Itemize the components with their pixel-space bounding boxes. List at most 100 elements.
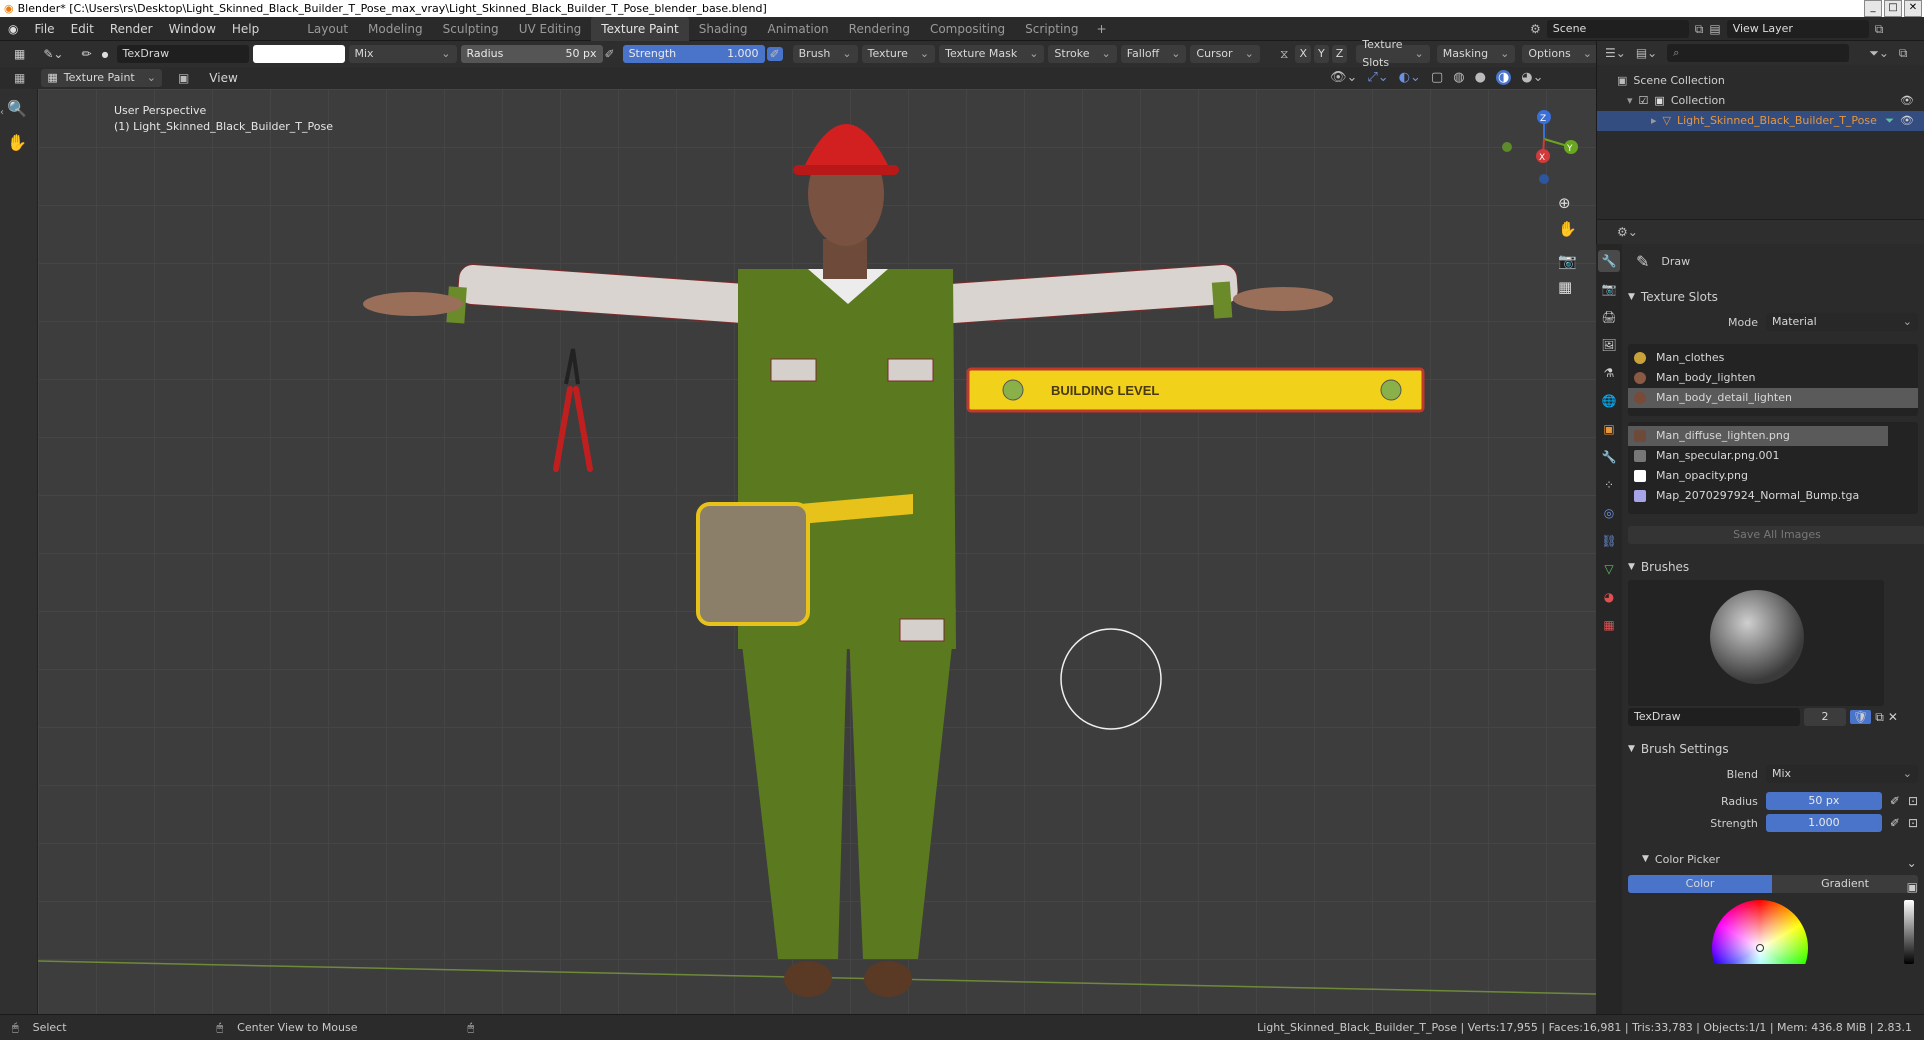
navigation-gizmo[interactable]: Z Y X	[1502, 110, 1578, 184]
menu-window[interactable]: Window	[161, 17, 224, 41]
physics-tab-icon[interactable]: ◎	[1598, 502, 1620, 524]
brush-users-count[interactable]: 2	[1804, 708, 1846, 726]
axis-z-toggle[interactable]: Z	[1331, 45, 1348, 63]
collapse-handle[interactable]: ‹	[0, 107, 8, 167]
scene-tab-icon[interactable]: ⚗	[1598, 362, 1620, 384]
value-slider[interactable]	[1904, 900, 1914, 964]
tab-compositing[interactable]: Compositing	[920, 17, 1015, 41]
texture-tab-icon[interactable]: ▦	[1598, 614, 1620, 636]
fake-user-icon[interactable]: 🛡	[1850, 710, 1872, 724]
brush-name-field[interactable]: TexDraw	[116, 45, 249, 63]
add-workspace-icon[interactable]: +	[1089, 22, 1115, 36]
outliner-editor-icon[interactable]: ☰⌄	[1605, 46, 1626, 60]
masking-menu[interactable]: Masking	[1436, 45, 1516, 63]
output-tab-icon[interactable]: 🖨	[1598, 306, 1620, 328]
outliner-object-row[interactable]: ▸ ▽ Light_Skinned_Black_Builder_T_Pose ⏷…	[1597, 111, 1924, 131]
tab-rendering[interactable]: Rendering	[839, 17, 920, 41]
gradient-tab[interactable]: Gradient	[1772, 875, 1918, 893]
outliner-collection[interactable]: ▾ ☑ ▣ Collection 👁	[1617, 91, 1924, 111]
color-wheel[interactable]	[1712, 900, 1808, 964]
texture-menu[interactable]: Texture	[861, 45, 936, 63]
stroke-menu[interactable]: Stroke	[1048, 45, 1117, 63]
axis-x-toggle[interactable]: X	[1295, 45, 1311, 63]
image-item[interactable]: Man_opacity.png	[1628, 466, 1918, 486]
editor-type-icon[interactable]: ▦	[14, 47, 25, 61]
save-all-images-button[interactable]: Save All Images	[1628, 526, 1924, 544]
brush-list-expand-icon[interactable]: ⌄	[1907, 856, 1918, 870]
color-tab[interactable]: Color	[1628, 875, 1773, 893]
tab-sculpting[interactable]: Sculpting	[433, 17, 509, 41]
brush-icon[interactable]: ✏	[81, 47, 91, 61]
object-tab-icon[interactable]: ▣	[1598, 418, 1620, 440]
render-tab-icon[interactable]: 📷	[1598, 278, 1620, 300]
image-item[interactable]: Man_diffuse_lighten.png	[1628, 426, 1888, 446]
expand-icon[interactable]: ▸	[1651, 111, 1657, 131]
new-view-layer-icon[interactable]: ⧉	[1875, 22, 1884, 37]
brush-menu[interactable]: Brush	[792, 45, 858, 63]
outliner-scene-collection[interactable]: ▣ Scene Collection	[1617, 71, 1924, 91]
properties-editor-icon[interactable]: ⚙⌄	[1617, 225, 1638, 239]
builder-figure[interactable]	[363, 124, 1333, 997]
view-layer-field[interactable]: View Layer	[1726, 20, 1869, 38]
overlay-toggle-icon[interactable]: ◐⌄	[1399, 70, 1421, 85]
options-menu[interactable]: Options	[1522, 45, 1598, 63]
radius-slider[interactable]: Radius 50 px	[460, 45, 603, 63]
scene-icon[interactable]: ⚙	[1530, 22, 1541, 36]
radius-pressure-icon[interactable]: ✐	[1890, 794, 1900, 808]
camera-icon[interactable]: 📷	[1558, 252, 1577, 270]
maximize-button[interactable]: □	[1884, 0, 1902, 17]
new-collection-icon[interactable]: ⧉	[1899, 46, 1908, 61]
material-tab-icon[interactable]: ◕	[1598, 586, 1620, 608]
strength-slider[interactable]: 1.000	[1765, 814, 1882, 832]
tool-tab-icon[interactable]: 🔧	[1598, 250, 1620, 272]
strength-slider[interactable]: Strength 1.000	[622, 45, 765, 63]
visibility-icon[interactable]: 👁⌄	[1330, 70, 1357, 85]
menu-help[interactable]: Help	[224, 17, 267, 41]
mode-dropdown[interactable]: Material	[1766, 313, 1918, 331]
axis-y-toggle[interactable]: Y	[1313, 45, 1329, 63]
blender-menu-icon[interactable]: ◉	[0, 22, 26, 36]
menu-file[interactable]: File	[26, 17, 62, 41]
mask-toggle-icon[interactable]: ▣	[178, 71, 189, 85]
new-scene-icon[interactable]: ⧉	[1695, 22, 1704, 37]
strength-pressure-icon[interactable]: ✐	[766, 47, 783, 61]
filter-icon[interactable]: ⏷⌄	[1869, 46, 1889, 61]
unlink-brush-icon[interactable]: ✕	[1888, 710, 1898, 724]
blend-dropdown[interactable]: Mix	[348, 45, 457, 63]
tab-shading[interactable]: Shading	[689, 17, 758, 41]
3d-viewport[interactable]: BUILDING LEVEL Z Y X User Perspective (1…	[38, 89, 1596, 1014]
view-menu[interactable]: View	[201, 67, 245, 89]
object-eye-icon[interactable]: 👁	[1900, 111, 1914, 131]
material-shading-icon[interactable]: ◑	[1495, 70, 1512, 85]
pliers[interactable]	[553, 348, 593, 472]
mode-dropdown[interactable]: ▦ Texture Paint	[41, 69, 162, 87]
brush-name-field[interactable]: TexDraw	[1628, 708, 1800, 726]
brushes-header[interactable]: ▼ Brushes	[1628, 554, 1918, 580]
falloff-menu[interactable]: Falloff	[1120, 45, 1187, 63]
tab-scripting[interactable]: Scripting	[1015, 17, 1088, 41]
color-picker-header[interactable]: ▼ Color Picker	[1628, 846, 1918, 872]
tab-uv-editing[interactable]: UV Editing	[509, 17, 592, 41]
color-wheel-cursor[interactable]	[1756, 944, 1764, 952]
outliner-search-input[interactable]: ⌕	[1667, 44, 1850, 62]
display-mode-icon[interactable]: ▤⌄	[1636, 46, 1657, 60]
view-layer-icon[interactable]: ▤	[1709, 22, 1720, 36]
brush-color-swatch[interactable]	[252, 45, 345, 63]
menu-edit[interactable]: Edit	[63, 17, 102, 41]
scene-name-field[interactable]: Scene	[1546, 20, 1689, 38]
blend-dropdown[interactable]: Mix	[1766, 765, 1918, 783]
pan-hand-icon[interactable]: ✋	[1558, 220, 1577, 238]
building-level[interactable]: BUILDING LEVEL	[966, 367, 1425, 413]
symmetry-icon[interactable]: ⧖	[1280, 47, 1288, 62]
radius-pressure-icon[interactable]: ✐	[605, 47, 615, 61]
close-button[interactable]: ✕	[1904, 0, 1922, 17]
material-item[interactable]: Man_body_detail_lighten	[1628, 388, 1918, 408]
rendered-shading-icon[interactable]: ◕⌄	[1521, 70, 1543, 85]
xray-toggle-icon[interactable]: ▢	[1431, 70, 1443, 85]
texture-slots-header[interactable]: ▼ Texture Slots	[1628, 284, 1918, 310]
modifier-tab-icon[interactable]: 🔧	[1598, 446, 1620, 468]
wireframe-shading-icon[interactable]: ◍	[1453, 70, 1464, 85]
gizmo-neg-y[interactable]	[1502, 142, 1512, 152]
solid-shading-icon[interactable]: ●	[1475, 70, 1486, 85]
world-tab-icon[interactable]: 🌐	[1598, 390, 1620, 412]
